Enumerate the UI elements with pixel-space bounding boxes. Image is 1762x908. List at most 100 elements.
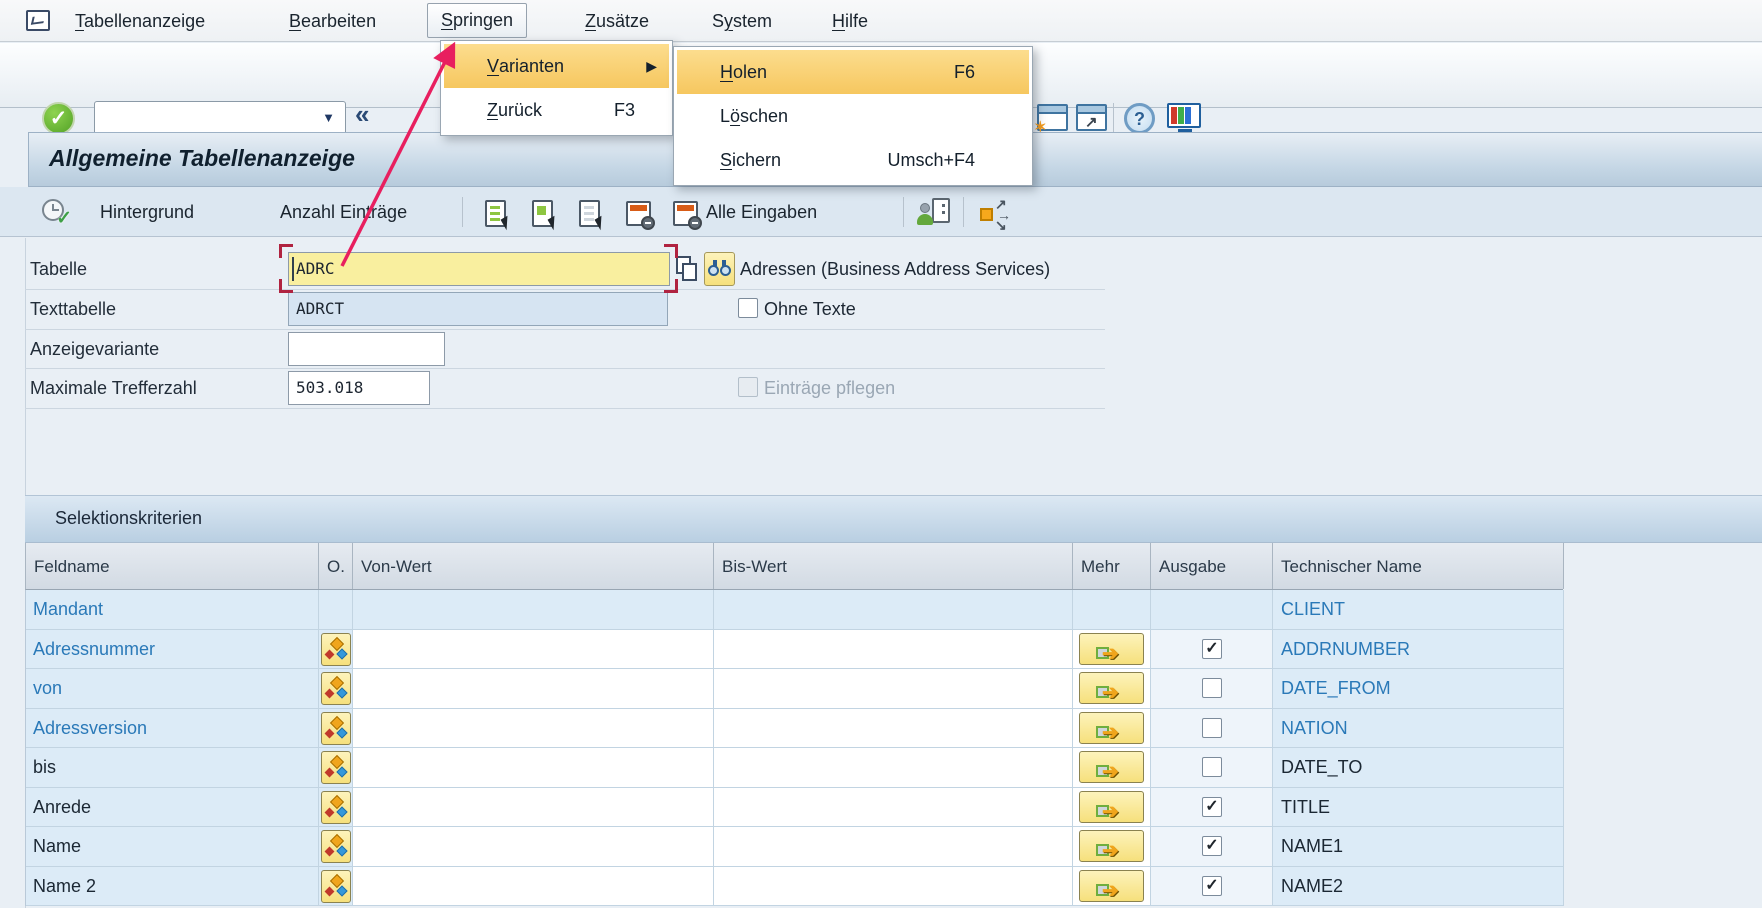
form-row-divider [25,368,1105,369]
more-button[interactable]: ➔ [1079,791,1144,823]
delete-all-selections-icon[interactable] [673,201,698,226]
menu-item-loeschen[interactable]: Löschen [677,94,1029,138]
more-button[interactable]: ➔ [1079,830,1144,862]
selection-options-button[interactable] [321,672,351,705]
more-button[interactable]: ➔ [1079,633,1144,665]
field-name[interactable]: Mandant [26,590,319,630]
deselect-all-icon[interactable] [579,200,600,227]
copy-icon[interactable] [676,256,702,284]
display-variant-label: Anzeigevariante [30,332,159,366]
output-checkbox[interactable] [1202,678,1222,698]
more-button[interactable]: ➔ [1079,672,1144,704]
toolbar-separator [903,197,904,227]
all-inputs-button[interactable]: Alle Eingaben [706,187,817,237]
selection-options-button[interactable] [321,712,351,745]
bis-wert-input[interactable] [714,709,1073,749]
menu-system[interactable]: System [712,0,772,42]
technical-name[interactable]: DATE_TO [1273,748,1564,788]
technical-name[interactable]: ADDRNUMBER [1273,630,1564,670]
menu-item-zurueck[interactable]: Zurück F3 [444,88,669,132]
chevron-down-icon[interactable]: ▼ [322,110,335,125]
output-checkbox[interactable] [1202,718,1222,738]
select-block-icon[interactable] [532,200,553,227]
menu-zusaetze[interactable]: Zusätze [585,0,649,42]
new-session-icon[interactable]: ✶ [1037,104,1068,131]
export-icon[interactable]: ↗ → ↘ [980,199,1020,229]
von-wert-input[interactable] [353,827,714,867]
field-name[interactable]: von [26,669,319,709]
enter-button[interactable]: ✓ [42,102,75,135]
focus-bracket [664,279,678,293]
table-row: Adressversion ➔ NATION [25,709,1563,749]
menu-bearbeiten[interactable]: Bearbeiten [289,0,376,42]
bis-wert-input[interactable] [714,748,1073,788]
table-input[interactable]: ADRC [288,252,670,286]
output-checkbox[interactable]: ✓ [1202,797,1222,817]
collapse-toolbar-button[interactable]: « [355,99,369,130]
technical-name[interactable]: NAME2 [1273,867,1564,907]
field-name[interactable]: bis [26,748,319,788]
bis-wert-input[interactable] [714,630,1073,670]
bis-wert-input[interactable] [714,788,1073,828]
command-field[interactable]: ▼ [94,101,346,136]
von-wert-input[interactable] [353,788,714,828]
user-parameters-icon[interactable] [918,198,950,228]
von-wert-input[interactable] [353,748,714,788]
technical-name[interactable]: CLIENT [1273,590,1564,630]
selection-options-button[interactable] [321,751,351,784]
execute-icon[interactable]: ✓ [42,199,68,225]
text-table-field: ADRCT [288,292,668,326]
menu-item-holen[interactable]: Holen F6 [677,50,1029,94]
create-shortcut-icon[interactable]: ↗ [1076,104,1107,131]
max-hits-input[interactable]: 503.018 [288,371,430,405]
find-table-button[interactable] [704,252,735,286]
field-name[interactable]: Anrede [26,788,319,828]
delete-selection-icon[interactable] [626,201,651,226]
field-name[interactable]: Name [26,827,319,867]
background-button[interactable]: Hintergrund [100,187,194,237]
technical-name[interactable]: NAME1 [1273,827,1564,867]
customize-layout-icon[interactable] [1167,103,1203,135]
bis-wert-input[interactable] [714,669,1073,709]
von-wert-input[interactable] [353,709,714,749]
toolbar-separator [462,197,463,227]
table-row: bis ➔ DATE_TO [25,748,1563,788]
table-row: Anrede ➔ ✓ TITLE [25,788,1563,828]
system-menu-icon[interactable] [26,10,50,31]
bis-wert-cell [714,590,1073,630]
menu-hilfe[interactable]: Hilfe [832,0,868,42]
technical-name[interactable]: NATION [1273,709,1564,749]
without-texts-checkbox[interactable] [738,298,758,318]
field-name[interactable]: Name 2 [26,867,319,907]
springen-menu: Varianten ▶ Zurück F3 [440,40,673,136]
menu-tabellenanzeige[interactable]: Tabellenanzeige [75,0,205,42]
selection-options-button[interactable] [321,633,351,666]
selection-options-button[interactable] [321,870,351,903]
bis-wert-input[interactable] [714,827,1073,867]
von-wert-input[interactable] [353,669,714,709]
von-wert-input[interactable] [353,867,714,907]
output-checkbox[interactable] [1202,757,1222,777]
bis-wert-input[interactable] [714,867,1073,907]
output-checkbox[interactable]: ✓ [1202,639,1222,659]
entry-count-button[interactable]: Anzahl Einträge [280,187,407,237]
display-variant-input[interactable] [288,332,445,366]
menu-springen[interactable]: Springen [427,3,527,38]
technical-name[interactable]: DATE_FROM [1273,669,1564,709]
selection-options-button[interactable] [321,791,351,824]
varianten-submenu: Holen F6 Löschen Sichern Umsch+F4 [673,46,1033,186]
von-wert-input[interactable] [353,630,714,670]
output-checkbox[interactable]: ✓ [1202,876,1222,896]
technical-name[interactable]: TITLE [1273,788,1564,828]
more-button[interactable]: ➔ [1079,870,1144,902]
help-icon[interactable]: ? [1124,103,1155,134]
output-checkbox[interactable]: ✓ [1202,836,1222,856]
field-name[interactable]: Adressnummer [26,630,319,670]
selection-options-button[interactable] [321,830,351,863]
select-all-icon[interactable] [485,200,506,227]
more-button[interactable]: ➔ [1079,712,1144,744]
field-name[interactable]: Adressversion [26,709,319,749]
more-button[interactable]: ➔ [1079,751,1144,783]
menu-item-varianten[interactable]: Varianten ▶ [444,44,669,88]
menu-item-sichern[interactable]: Sichern Umsch+F4 [677,138,1029,182]
